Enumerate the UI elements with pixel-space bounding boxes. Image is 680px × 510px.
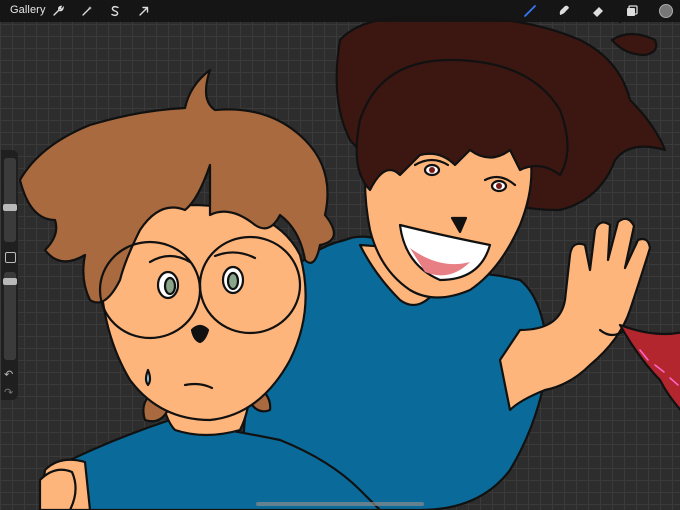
selection-s-icon[interactable]: [106, 2, 124, 20]
color-swatch-icon[interactable]: [657, 2, 675, 20]
left-sidebar: ↶ ↷: [1, 150, 18, 400]
wrench-icon[interactable]: [49, 2, 67, 20]
arrow-cursor-icon[interactable]: [135, 2, 153, 20]
brush-size-slider[interactable]: [3, 158, 17, 242]
artwork: [18, 10, 680, 510]
opacity-thumb[interactable]: [3, 278, 17, 285]
brush-size-thumb[interactable]: [3, 204, 17, 211]
red-item: [618, 323, 680, 411]
layers-icon[interactable]: [623, 2, 641, 20]
top-toolbar: Gallery: [0, 0, 680, 22]
smudge-icon[interactable]: [555, 2, 573, 20]
brush-icon[interactable]: [521, 2, 539, 20]
modify-button[interactable]: [5, 252, 16, 263]
undo-icon[interactable]: ↶: [4, 368, 13, 381]
eraser-icon[interactable]: [589, 2, 607, 20]
redo-icon[interactable]: ↷: [4, 386, 13, 399]
gallery-button[interactable]: Gallery: [10, 4, 46, 16]
magic-wand-icon[interactable]: [78, 2, 96, 20]
hair-tuft: [610, 32, 658, 57]
drawing-canvas[interactable]: [0, 0, 680, 510]
home-indicator[interactable]: [256, 502, 424, 506]
opacity-slider[interactable]: [3, 272, 17, 360]
